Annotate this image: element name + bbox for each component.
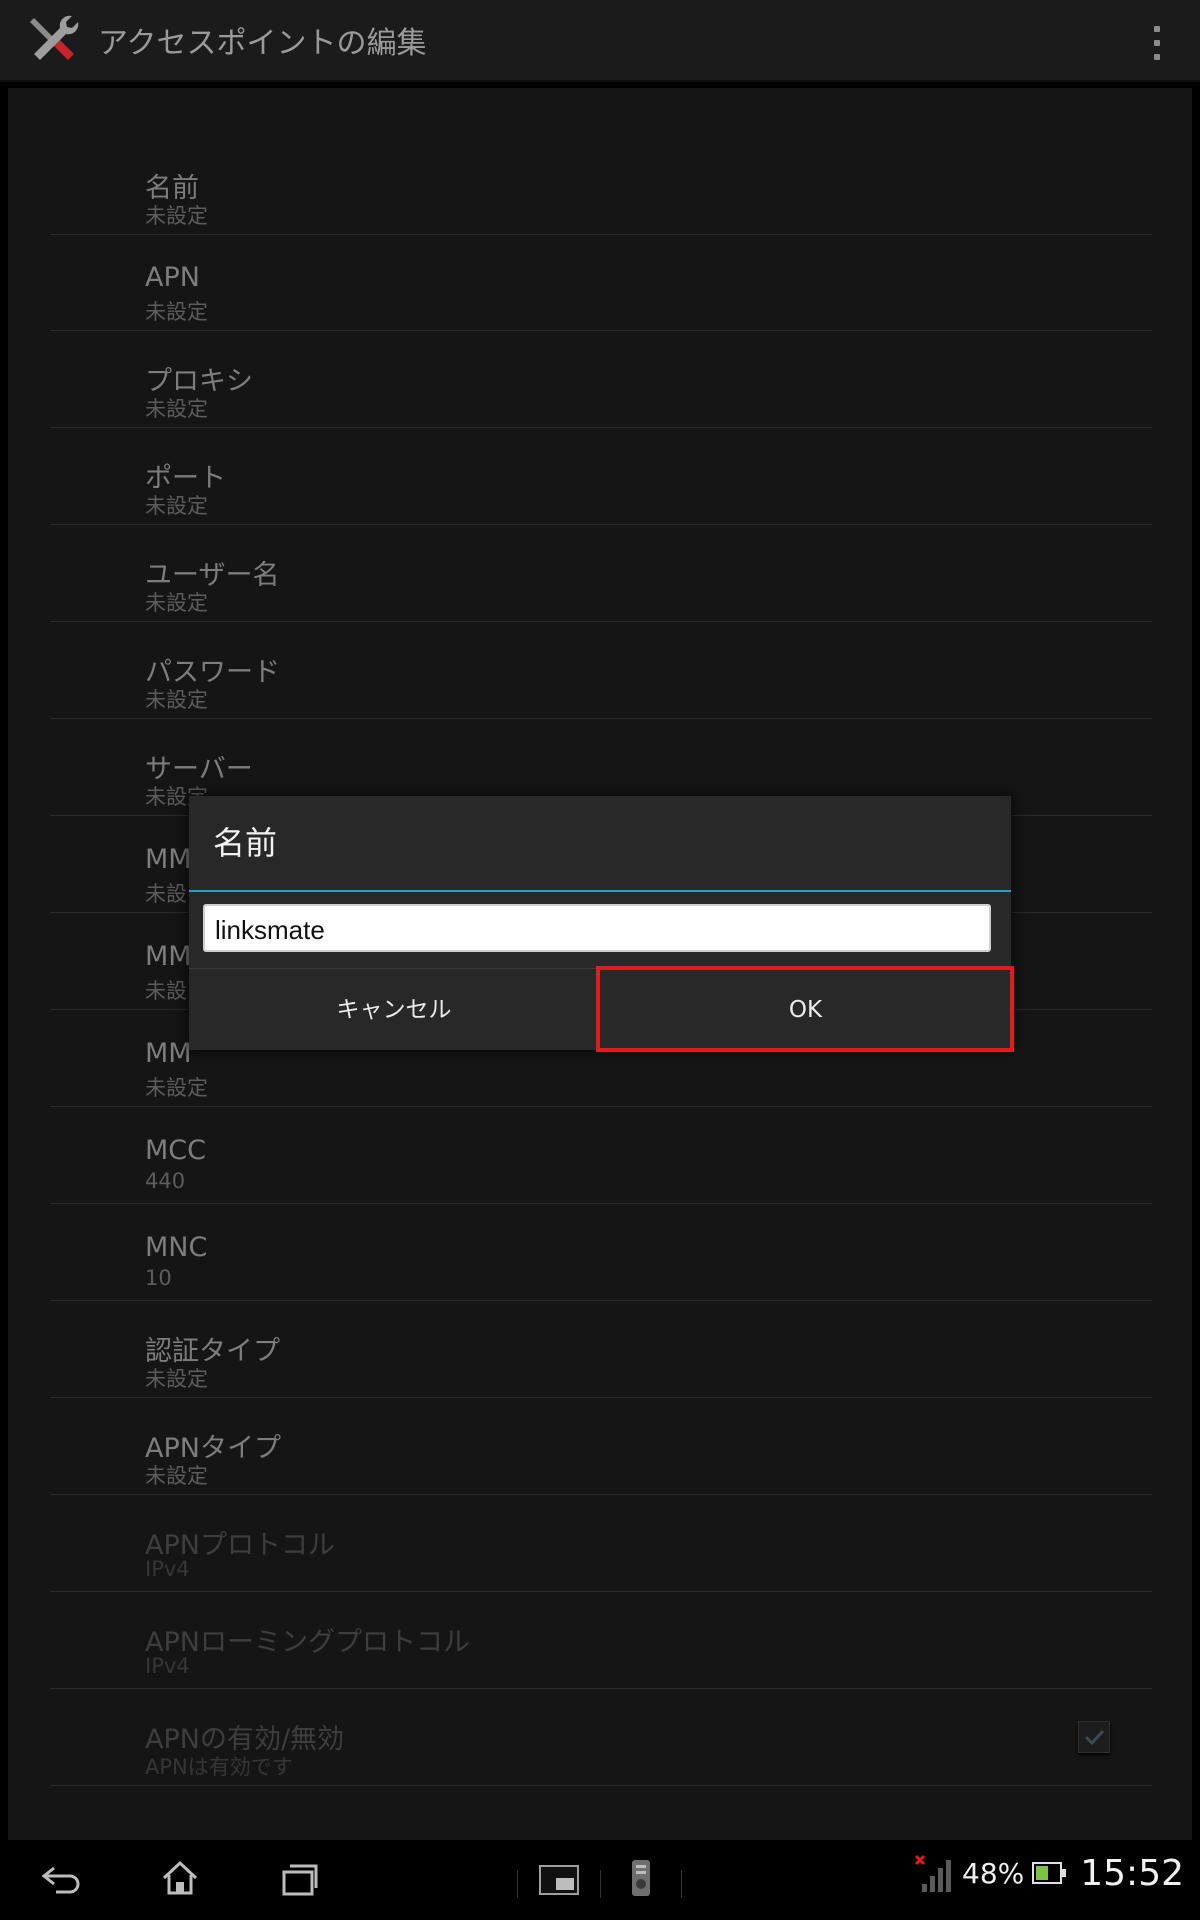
pref-title: MCC bbox=[145, 1135, 207, 1166]
pref-title: MNC bbox=[145, 1232, 208, 1263]
apn-enabled-checkbox bbox=[1078, 1721, 1110, 1753]
pref-title: APN bbox=[145, 262, 200, 293]
dialog-button-row: キャンセル OK bbox=[189, 968, 1011, 1051]
pref-title: MM bbox=[145, 941, 192, 972]
pref-summary: 未設 bbox=[145, 882, 187, 906]
pref-item-apn[interactable]: APN 未設定 bbox=[50, 234, 1152, 331]
pref-item-port[interactable]: ポート 未設定 bbox=[50, 428, 1152, 525]
overflow-menu-icon[interactable] bbox=[1154, 26, 1162, 60]
home-icon[interactable] bbox=[160, 1858, 200, 1898]
status-area: 48% 15:52 bbox=[914, 1852, 1184, 1894]
pref-item-mcc[interactable]: MCC 440 bbox=[50, 1107, 1152, 1204]
pref-summary: IPv4 bbox=[145, 1654, 190, 1678]
small-apps-icon[interactable] bbox=[538, 1864, 580, 1896]
pref-summary: 未設定 bbox=[145, 300, 208, 324]
pref-summary: 未設定 bbox=[145, 1076, 208, 1100]
pref-summary: APNは有効です bbox=[145, 1755, 293, 1779]
system-nav-bar: 48% 15:52 bbox=[0, 1840, 1200, 1920]
pref-summary: 未設定 bbox=[145, 494, 208, 518]
name-input[interactable]: linksmate bbox=[203, 904, 991, 952]
page-title: アクセスポイントの編集 bbox=[98, 26, 427, 61]
pref-title: MM bbox=[145, 1038, 192, 1069]
dialog-title-divider bbox=[189, 890, 1011, 892]
battery-icon bbox=[1032, 1862, 1067, 1884]
pref-summary: 未設定 bbox=[145, 1464, 208, 1488]
settings-tools-icon[interactable] bbox=[24, 10, 84, 70]
pref-summary: 未設定 bbox=[145, 397, 208, 421]
pref-item-name[interactable]: 名前 未設定 bbox=[50, 138, 1152, 235]
pref-item-username[interactable]: ユーザー名 未設定 bbox=[50, 525, 1152, 622]
pref-summary: 未設定 bbox=[145, 591, 208, 615]
back-icon[interactable] bbox=[40, 1862, 84, 1898]
pref-item-apn-enable: APNの有効/無効 APNは有効です bbox=[50, 1689, 1152, 1786]
pref-item-password[interactable]: パスワード 未設定 bbox=[50, 622, 1152, 719]
nav-separator bbox=[517, 1870, 518, 1898]
pref-summary: IPv4 bbox=[145, 1557, 190, 1581]
pref-summary: 未設 bbox=[145, 979, 187, 1003]
action-bar: アクセスポイントの編集 bbox=[0, 0, 1200, 82]
pref-item-proxy[interactable]: プロキシ 未設定 bbox=[50, 331, 1152, 428]
battery-percent: 48% bbox=[962, 1856, 1025, 1890]
pref-summary: 未設定 bbox=[145, 1367, 208, 1391]
pref-title: APNローミングプロトコル bbox=[145, 1627, 470, 1658]
remote-control-icon[interactable] bbox=[630, 1858, 652, 1898]
pref-summary: 未設定 bbox=[145, 204, 208, 228]
no-signal-icon bbox=[914, 1854, 952, 1892]
pref-title: MM bbox=[145, 844, 192, 875]
dialog-title: 名前 bbox=[213, 824, 278, 862]
pref-item-apn-protocol: APNプロトコル IPv4 bbox=[50, 1495, 1152, 1592]
status-clock: 15:52 bbox=[1080, 1852, 1184, 1894]
recent-apps-icon[interactable] bbox=[280, 1862, 320, 1898]
cancel-button[interactable]: キャンセル bbox=[189, 969, 600, 1051]
checkmark-icon bbox=[1084, 1729, 1105, 1746]
pref-summary: 10 bbox=[145, 1266, 172, 1290]
pref-item-mnc[interactable]: MNC 10 bbox=[50, 1204, 1152, 1301]
nav-separator bbox=[600, 1870, 601, 1898]
nav-separator bbox=[681, 1870, 682, 1898]
ok-button[interactable]: OK bbox=[600, 969, 1011, 1051]
pref-item-apn-roaming-protocol: APNローミングプロトコル IPv4 bbox=[50, 1592, 1152, 1689]
pref-summary: 440 bbox=[145, 1169, 186, 1193]
pref-item-apn-type[interactable]: APNタイプ 未設定 bbox=[50, 1398, 1152, 1495]
name-edit-dialog: 名前 linksmate キャンセル OK bbox=[189, 796, 1011, 1051]
pref-summary: 未設定 bbox=[145, 688, 208, 712]
pref-item-auth-type[interactable]: 認証タイプ 未設定 bbox=[50, 1301, 1152, 1398]
